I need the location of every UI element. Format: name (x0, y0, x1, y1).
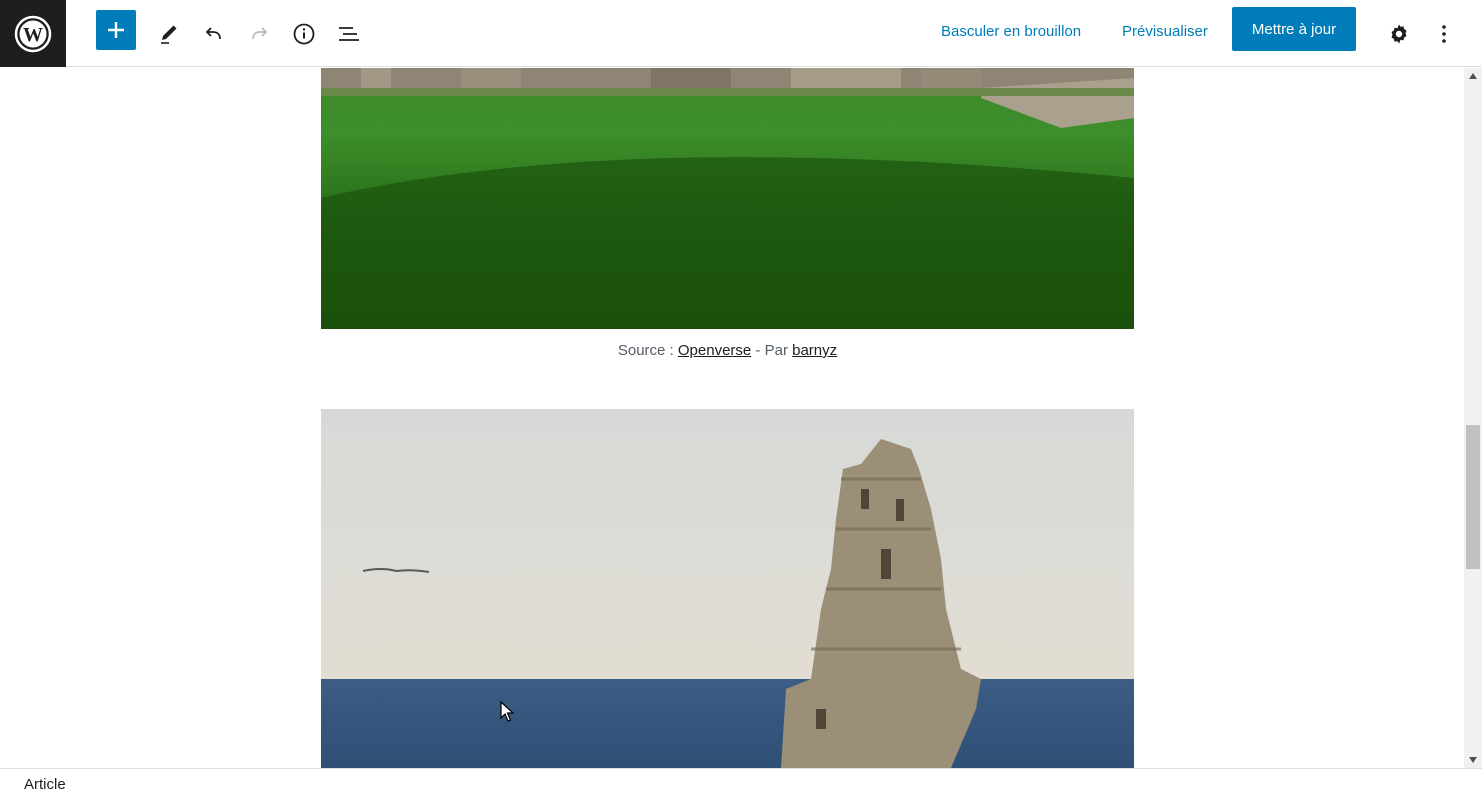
image-block-castle-lawn[interactable] (321, 68, 1134, 329)
pencil-icon (161, 25, 177, 44)
redo-icon (252, 27, 268, 40)
options-button[interactable] (1424, 14, 1464, 54)
switch-to-draft-button[interactable]: Basculer en brouillon (941, 20, 1081, 44)
scroll-down-arrow-icon[interactable] (1469, 757, 1477, 763)
caption-middle: - Par (751, 342, 793, 359)
vertical-scrollbar[interactable] (1464, 68, 1482, 768)
editor-canvas: Source : Openverse - Par barnyz (0, 68, 1464, 768)
caption-author-link[interactable]: barnyz (792, 342, 837, 359)
image-block-sand-castle[interactable] (321, 409, 1134, 768)
plus-icon (108, 22, 124, 38)
editor-header: W Basculer en brouillon Prévisualiser Me… (0, 0, 1482, 67)
tools-button[interactable] (149, 14, 189, 54)
caption-prefix: Source : (617, 342, 678, 359)
gear-icon (1391, 24, 1407, 44)
svg-text:W: W (23, 24, 43, 46)
mouse-cursor-icon (500, 701, 515, 722)
info-icon (293, 23, 315, 45)
list-view-icon (339, 27, 359, 41)
settings-button[interactable] (1379, 14, 1419, 54)
editor-footer: Article (0, 768, 1482, 796)
sand-castle-photo (362, 439, 981, 768)
caption-source-link[interactable]: Openverse (678, 342, 751, 359)
update-button[interactable]: Mettre à jour (1232, 7, 1356, 51)
castle-lawn-photo (321, 68, 1134, 329)
block-breadcrumb[interactable]: Article (24, 776, 66, 793)
undo-icon (205, 27, 221, 40)
redo-button[interactable] (239, 14, 279, 54)
more-vertical-icon (1442, 25, 1446, 43)
image-caption: Source : Openverse - Par barnyz (321, 342, 1134, 359)
wordpress-logo-button[interactable]: W (0, 0, 66, 67)
preview-button[interactable]: Prévisualiser (1122, 20, 1208, 44)
wordpress-icon: W (14, 15, 52, 52)
scrollbar-thumb[interactable] (1466, 425, 1480, 569)
scroll-up-arrow-icon[interactable] (1469, 73, 1477, 79)
undo-button[interactable] (194, 14, 234, 54)
list-view-button[interactable] (329, 14, 369, 54)
add-block-button[interactable] (96, 10, 136, 50)
details-button[interactable] (284, 14, 324, 54)
